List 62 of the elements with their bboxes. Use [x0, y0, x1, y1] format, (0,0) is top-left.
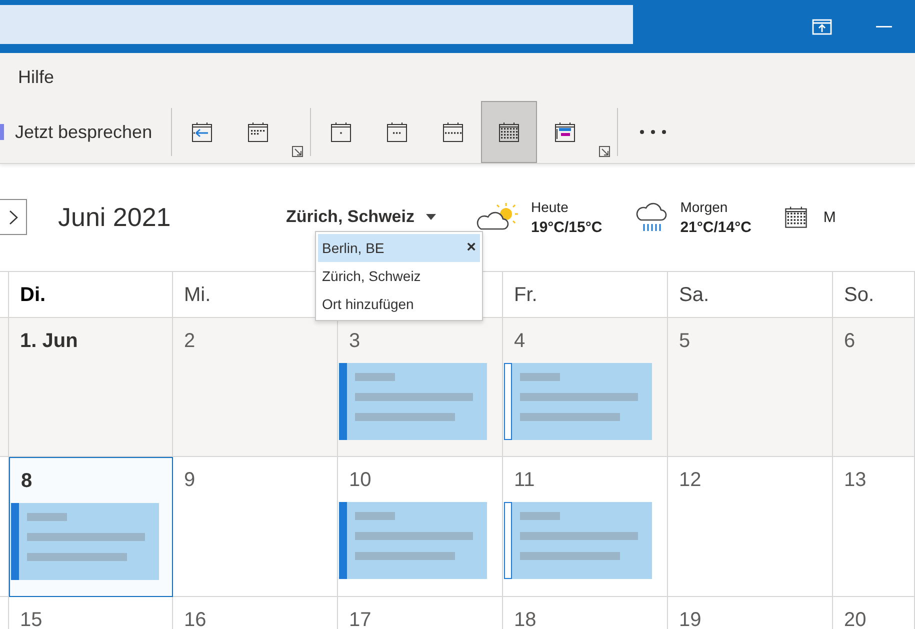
month-title: Juni 2021	[58, 202, 172, 232]
next-month-button[interactable]	[0, 199, 27, 235]
temperature-range: 21°C/14°C	[680, 218, 752, 236]
forecast-day: Morgen	[680, 198, 752, 214]
day-cell[interactable]: 1. Jun	[9, 318, 173, 457]
day-cell[interactable]: 18	[503, 597, 668, 629]
more-icon	[640, 130, 666, 134]
day-cell[interactable]	[0, 318, 9, 457]
day-number: 6	[843, 330, 856, 353]
day-cell[interactable]: 4	[503, 318, 668, 457]
remove-button[interactable]: ×	[466, 239, 476, 257]
day-cell[interactable]: 12	[668, 457, 833, 597]
calendar-icon	[783, 204, 810, 230]
day-cell[interactable]: 10	[338, 457, 503, 597]
chevron-right-icon	[8, 210, 18, 224]
day-number: 16	[183, 609, 206, 629]
day-cell[interactable]: 5	[668, 318, 833, 457]
day-number: 1. Jun	[19, 330, 78, 353]
location-option[interactable]: Berlin, BE ×	[318, 234, 480, 262]
meet-now-button[interactable]: Jetzt besprechen	[0, 101, 170, 163]
day-cell[interactable]: 17	[338, 597, 503, 629]
corner-arrow-icon	[598, 146, 610, 157]
blurred-event[interactable]	[339, 363, 487, 440]
day-cell[interactable]: 8	[9, 457, 173, 597]
month-view-button[interactable]	[481, 101, 538, 163]
forecast-day: Heute	[531, 198, 602, 214]
minimize-icon	[876, 26, 892, 28]
day-cell[interactable]: 13	[833, 457, 915, 597]
day-number: 18	[513, 609, 536, 629]
day-cell[interactable]: 16	[173, 597, 338, 629]
day-number: 8	[20, 470, 32, 493]
day-number: 9	[183, 469, 196, 492]
temperature-range: 19°C/15°C	[531, 218, 602, 236]
day-cell[interactable]: 9	[173, 457, 338, 597]
blurred-event[interactable]	[11, 503, 159, 580]
day-number: 11	[513, 469, 535, 492]
day-cell[interactable]: 11	[503, 457, 668, 597]
day-number: 19	[678, 609, 702, 629]
day-number: 3	[348, 330, 360, 353]
day-cell[interactable]: 20	[833, 597, 915, 629]
day-cell[interactable]: 15	[9, 597, 173, 629]
view-label: M	[823, 208, 836, 226]
location-dropdown[interactable]: Zürich, Schweiz	[286, 207, 473, 227]
day-cell[interactable]: 2	[173, 318, 338, 457]
day-cell[interactable]: 6	[833, 318, 915, 457]
corner-arrow-icon	[292, 146, 303, 157]
day-number: 2	[183, 330, 196, 353]
day-cell[interactable]: 19	[668, 597, 833, 629]
blurred-event[interactable]	[339, 502, 487, 579]
caret-down-icon	[426, 214, 436, 220]
day-number: 15	[19, 609, 42, 629]
day-cell[interactable]: 3	[338, 318, 503, 457]
day-number: 5	[678, 330, 690, 353]
search-field[interactable]	[0, 5, 633, 44]
day-number: 13	[843, 469, 866, 492]
day-number: 12	[678, 469, 702, 492]
day-number: 17	[348, 609, 372, 629]
day-number: 4	[513, 330, 526, 353]
day-number: 10	[348, 469, 372, 492]
rain-cloud-icon	[634, 200, 668, 234]
menu-tab[interactable]: Hilfe	[18, 66, 54, 88]
day-number: 20	[843, 609, 866, 629]
